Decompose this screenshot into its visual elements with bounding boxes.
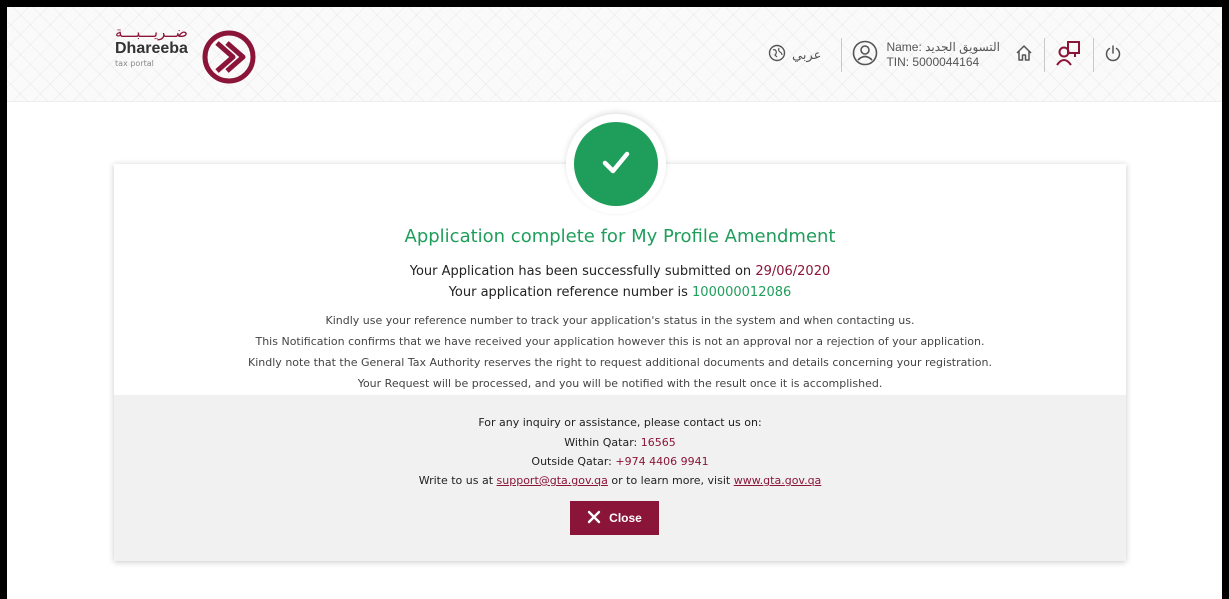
header-divider <box>841 38 843 72</box>
close-icon <box>587 510 601 527</box>
app-window: ضــريـــبـــة Dhareeba tax portal عربي N… <box>7 7 1222 599</box>
user-circle-icon <box>852 40 878 70</box>
switch-profile-button[interactable] <box>1055 39 1083 71</box>
support-email-link[interactable]: support@gta.gov.qa <box>497 474 608 487</box>
note-line: Your Request will be processed, and you … <box>357 377 883 390</box>
contact-intro: For any inquiry or assistance, please co… <box>478 416 762 429</box>
user-name: Name: التسويق الجديد <box>886 40 1000 54</box>
outside-qatar-number: +974 4406 9941 <box>615 455 709 468</box>
confirmation-title: Application complete for My Profile Amen… <box>404 226 836 247</box>
user-info[interactable]: Name: التسويق الجديد TIN: 5000044164 <box>852 40 1000 70</box>
note-line: Kindly note that the General Tax Authori… <box>248 356 992 369</box>
power-icon <box>1104 44 1122 66</box>
reference-line: Your application reference number is 100… <box>114 285 1126 300</box>
submitted-date: 29/06/2020 <box>755 264 831 279</box>
header-divider <box>1044 38 1045 72</box>
home-icon <box>1014 43 1034 67</box>
logo-subtitle: tax portal <box>115 59 154 68</box>
submitted-label: Your Application has been successfully s… <box>409 264 752 279</box>
language-label: عربي <box>792 47 822 63</box>
language-switch[interactable]: عربي <box>768 44 821 66</box>
contact-section: For any inquiry or assistance, please co… <box>114 395 1126 561</box>
outside-qatar-line: Outside Qatar: +974 4406 9941 <box>114 455 1126 468</box>
within-qatar-number: 16565 <box>640 436 676 449</box>
close-label: Close <box>609 511 642 525</box>
reference-number: 100000012086 <box>692 285 792 300</box>
note-line: This Notification confirms that we have … <box>255 335 985 348</box>
write-to-us-label: Write to us at <box>418 474 494 487</box>
logo-name: Dhareeba <box>115 40 188 57</box>
outside-qatar-label: Outside Qatar: <box>531 455 612 468</box>
learn-more-label: or to learn more, visit <box>611 474 731 487</box>
logo-arabic-text: ضــريـــبـــة <box>115 23 188 41</box>
user-details: Name: التسويق الجديد TIN: 5000044164 <box>886 40 1000 70</box>
submitted-line: Your Application has been successfully s… <box>114 264 1126 279</box>
close-button[interactable]: Close <box>570 501 659 535</box>
header-actions: عربي Name: التسويق الجديد TIN: 500004416… <box>768 37 1122 73</box>
dhareeba-logo[interactable]: ضــريـــبـــة Dhareeba tax portal <box>105 23 265 89</box>
checkmark-icon <box>596 142 636 186</box>
header-divider <box>1093 38 1094 72</box>
reference-label: Your application reference number is <box>448 285 688 300</box>
globe-icon <box>768 44 786 66</box>
success-badge <box>574 122 658 206</box>
user-tin: TIN: 5000044164 <box>886 55 980 69</box>
logout-button[interactable] <box>1104 44 1122 66</box>
website-link[interactable]: www.gta.gov.qa <box>734 474 822 487</box>
home-button[interactable] <box>1014 43 1034 67</box>
top-header: ضــريـــبـــة Dhareeba tax portal عربي N… <box>7 7 1222 102</box>
within-qatar-line: Within Qatar: 16565 <box>114 436 1126 449</box>
note-line: Kindly use your reference number to trac… <box>325 314 915 327</box>
within-qatar-label: Within Qatar: <box>564 436 638 449</box>
logo-chevron-icon <box>202 30 256 84</box>
write-to-us-line: Write to us at support@gta.gov.qa or to … <box>114 474 1126 487</box>
profile-switch-icon <box>1055 39 1083 71</box>
